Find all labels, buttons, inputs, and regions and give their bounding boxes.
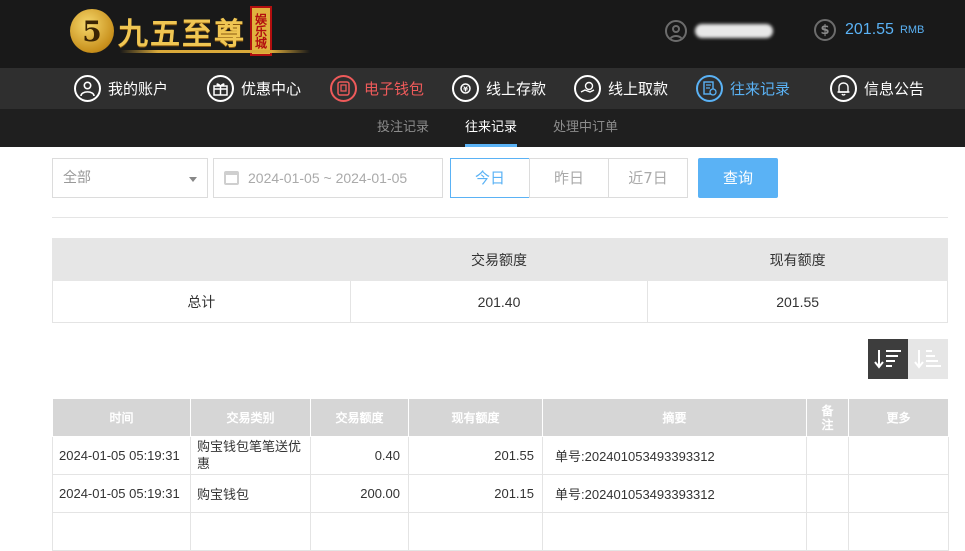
sort-desc-button[interactable] (868, 339, 908, 379)
sub-nav: 投注记录 往来记录 处理中订单 (0, 109, 965, 147)
quick-range-7days[interactable]: 近7日 (608, 158, 688, 198)
nav-label: 我的账户 (108, 80, 169, 98)
sort-asc-button[interactable] (908, 339, 948, 379)
summary-header-row: 交易额度 现有额度 (52, 238, 948, 281)
cell-remark (806, 436, 849, 475)
cell-remark (806, 512, 849, 551)
records-icon (696, 75, 723, 102)
nav-transaction-records[interactable]: 往来记录 (696, 74, 790, 103)
nav-announcements[interactable]: 信息公告 (830, 74, 924, 103)
brand-badge: 娱乐城 (250, 6, 272, 56)
nav-label: 线上存款 (486, 80, 547, 98)
col-header-more[interactable]: 更多 (848, 398, 949, 437)
cell-memo (542, 512, 807, 551)
user-account-area[interactable] (665, 18, 773, 44)
nav-label: 电子钱包 (364, 80, 425, 98)
nav-promotions[interactable]: 优惠中心 (207, 74, 301, 103)
cell-memo: 单号:202401053493393312 (542, 474, 807, 513)
tab-pending-orders[interactable]: 处理中订单 (553, 109, 618, 147)
user-icon (74, 75, 101, 102)
cell-more[interactable] (848, 436, 949, 475)
nav-e-wallet[interactable]: 电子钱包 (330, 74, 424, 103)
cell-time: 2024-01-05 05:19:31 (52, 474, 191, 513)
cell-type: 购宝钱包笔笔送优惠 (190, 436, 311, 475)
balance-currency: RMB (899, 24, 925, 36)
quick-range-yesterday[interactable]: 昨日 (529, 158, 609, 198)
cell-more[interactable] (848, 474, 949, 513)
records-header-row: 时间 交易类别 交易额度 现有额度 摘要 备注 更多 (52, 398, 949, 437)
bell-icon (830, 75, 857, 102)
summary-current-amount: 201.55 (647, 280, 948, 323)
tab-bet-records[interactable]: 投注记录 (377, 109, 429, 147)
col-header-amount[interactable]: 交易额度 (310, 398, 409, 437)
quick-range-today[interactable]: 今日 (450, 158, 530, 198)
brand-logo[interactable]: 5 九五至尊 娱乐城 (70, 4, 310, 58)
filter-divider (52, 217, 948, 218)
summary-trade-amount: 201.40 (349, 280, 649, 323)
nav-label: 线上取款 (608, 80, 669, 98)
cell-remark (806, 474, 849, 513)
records-table: 时间 交易类别 交易额度 现有额度 摘要 备注 更多 2024-01-05 05… (52, 398, 949, 551)
deposit-icon: ¥ (452, 75, 479, 102)
cell-time: 2024-01-05 05:19:31 (52, 436, 191, 475)
col-header-remark[interactable]: 备注 (806, 398, 849, 437)
balance-display: $ 201.55 RMB (814, 19, 924, 41)
cell-amount (310, 512, 409, 551)
cell-time (52, 512, 191, 551)
top-header: 5 九五至尊 娱乐城 $ 201.55 RMB (0, 0, 965, 68)
chevron-down-icon (189, 177, 197, 182)
cell-more[interactable] (848, 512, 949, 551)
svg-text:¥: ¥ (463, 86, 468, 94)
sort-asc-icon (914, 350, 941, 369)
nav-label: 信息公告 (864, 80, 925, 98)
cell-balance (408, 512, 543, 551)
balance-amount: 201.55 (845, 21, 894, 38)
query-button[interactable]: 查询 (698, 158, 778, 198)
date-range-input[interactable]: 2024-01-05 ~ 2024-01-05 (213, 158, 443, 198)
sort-desc-icon (874, 350, 901, 369)
table-row[interactable]: 2024-01-05 05:19:31 购宝钱包 200.00 201.15 单… (52, 474, 949, 513)
table-row[interactable] (52, 512, 949, 551)
summary-header-current: 现有额度 (647, 238, 948, 281)
col-header-time[interactable]: 时间 (52, 398, 191, 437)
dollar-icon: $ (814, 19, 836, 41)
nav-my-account[interactable]: 我的账户 (74, 74, 168, 103)
logo-emblem-icon: 5 (70, 9, 114, 53)
summary-header-trade: 交易额度 (349, 238, 649, 281)
nav-online-deposit[interactable]: ¥ 线上存款 (452, 74, 546, 103)
username-redacted (695, 24, 773, 38)
cell-type (190, 512, 311, 551)
nav-online-withdraw[interactable]: 线上取款 (574, 74, 668, 103)
wallet-icon (330, 75, 357, 102)
cell-amount: 0.40 (310, 436, 409, 475)
type-select-value: 全部 (63, 170, 91, 186)
col-header-balance[interactable]: 现有额度 (408, 398, 543, 437)
summary-total-row: 总计 201.40 201.55 (52, 280, 948, 323)
summary-total-label: 总计 (52, 280, 351, 323)
summary-table: 交易额度 现有额度 总计 201.40 201.55 (52, 238, 948, 323)
cell-amount: 200.00 (310, 474, 409, 513)
main-nav: 我的账户 优惠中心 电子钱包 ¥ 线上存款 线上取款 往来记录 信息公告 (0, 68, 965, 109)
col-header-type[interactable]: 交易类别 (190, 398, 311, 437)
cell-memo: 单号:202401053493393312 (542, 436, 807, 475)
date-range-value: 2024-01-05 ~ 2024-01-05 (248, 170, 408, 186)
cell-balance: 201.15 (408, 474, 543, 513)
nav-label: 优惠中心 (241, 80, 302, 98)
summary-header-blank (52, 238, 351, 281)
withdraw-icon (574, 75, 601, 102)
user-icon (665, 20, 687, 42)
cell-type: 购宝钱包 (190, 474, 311, 513)
table-row[interactable]: 2024-01-05 05:19:31 购宝钱包笔笔送优惠 0.40 201.5… (52, 436, 949, 475)
col-header-memo[interactable]: 摘要 (542, 398, 807, 437)
logo-underline-decoration (120, 50, 310, 53)
cell-balance: 201.55 (408, 436, 543, 475)
tab-transaction-records[interactable]: 往来记录 (465, 109, 518, 147)
nav-label: 往来记录 (730, 80, 791, 98)
gift-icon (207, 75, 234, 102)
brand-name: 九五至尊 (118, 17, 246, 52)
type-select[interactable]: 全部 (52, 158, 208, 198)
calendar-icon (224, 171, 239, 185)
